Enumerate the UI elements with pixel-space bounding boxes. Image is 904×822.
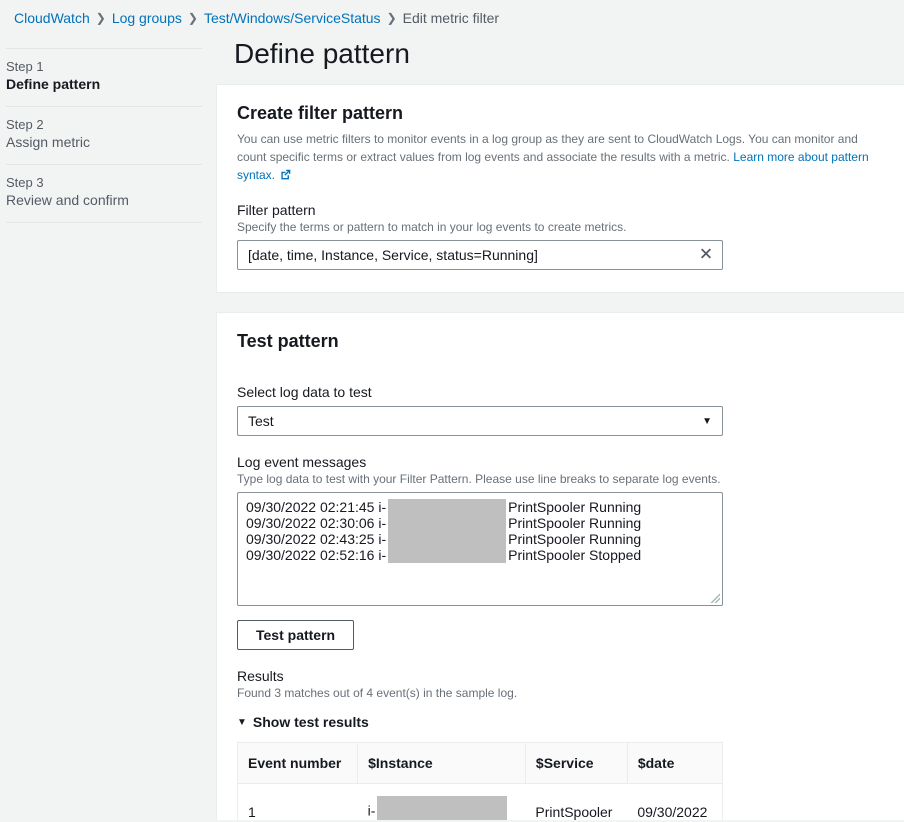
test-pattern-panel: Test pattern Select log data to test Tes… [216, 312, 904, 820]
external-link-icon [280, 169, 291, 180]
panel-heading: Test pattern [237, 331, 884, 352]
select-log-data-dropdown[interactable]: Test ▼ [237, 406, 723, 436]
breadcrumb-log-group-name[interactable]: Test/Windows/ServiceStatus [204, 10, 381, 26]
select-log-data-label: Select log data to test [237, 384, 884, 400]
panel-description: You can use metric filters to monitor ev… [237, 130, 884, 184]
col-service[interactable]: $Service [525, 743, 627, 784]
redacted-instance-id [388, 531, 506, 547]
breadcrumb: CloudWatch ❯ Log groups ❯ Test/Windows/S… [0, 0, 904, 32]
step-1[interactable]: Step 1 Define pattern [6, 48, 202, 107]
col-event-number[interactable]: Event number [238, 743, 358, 784]
filter-pattern-input[interactable] [237, 240, 723, 270]
step-number: Step 1 [6, 59, 202, 74]
col-date[interactable]: $date [627, 743, 722, 784]
cell-instance: i- [358, 784, 526, 821]
step-title: Assign metric [6, 134, 202, 150]
page-title: Define pattern [216, 36, 904, 84]
results-table: Event number $Instance $Service $date 1 … [237, 742, 723, 820]
filter-pattern-help: Specify the terms or pattern to match in… [237, 220, 884, 234]
col-instance[interactable]: $Instance [358, 743, 526, 784]
close-icon [699, 247, 713, 261]
wizard-steps: Step 1 Define pattern Step 2 Assign metr… [0, 32, 216, 820]
panel-heading: Create filter pattern [237, 103, 884, 124]
breadcrumb-cloudwatch[interactable]: CloudWatch [14, 10, 90, 26]
step-number: Step 2 [6, 117, 202, 132]
clear-input-button[interactable] [695, 243, 717, 268]
triangle-down-icon: ▼ [237, 717, 247, 728]
redacted-instance-id [388, 499, 506, 515]
create-filter-pattern-panel: Create filter pattern You can use metric… [216, 84, 904, 292]
chevron-right-icon: ❯ [96, 11, 106, 25]
redacted-instance-id [388, 515, 506, 531]
toggle-label: Show test results [253, 714, 369, 730]
cell-event-number: 1 [238, 784, 358, 821]
step-3[interactable]: Step 3 Review and confirm [6, 165, 202, 223]
select-value: Test [248, 413, 274, 429]
content-area: Define pattern Create filter pattern You… [216, 32, 904, 820]
show-test-results-toggle[interactable]: ▼ Show test results [237, 706, 884, 738]
cell-service: PrintSpooler [525, 784, 627, 821]
step-title: Define pattern [6, 76, 202, 92]
test-pattern-button[interactable]: Test pattern [237, 620, 354, 650]
log-event-messages-help: Type log data to test with your Filter P… [237, 472, 884, 486]
log-line: 09/30/2022 02:43:25 i-PrintSpooler Runni… [246, 531, 714, 547]
chevron-right-icon: ❯ [387, 11, 397, 25]
log-event-messages-textarea[interactable]: 09/30/2022 02:21:45 i-PrintSpooler Runni… [237, 492, 723, 606]
breadcrumb-current: Edit metric filter [403, 10, 499, 26]
redacted-instance-id [377, 796, 507, 820]
filter-pattern-label: Filter pattern [237, 202, 884, 218]
step-number: Step 3 [6, 175, 202, 190]
cell-date: 09/30/2022 [627, 784, 722, 821]
caret-down-icon: ▼ [702, 416, 712, 427]
chevron-right-icon: ❯ [188, 11, 198, 25]
redacted-instance-id [388, 547, 506, 563]
log-event-messages-label: Log event messages [237, 454, 884, 470]
breadcrumb-log-groups[interactable]: Log groups [112, 10, 182, 26]
resize-handle-icon[interactable] [710, 593, 720, 603]
step-2[interactable]: Step 2 Assign metric [6, 107, 202, 165]
step-title: Review and confirm [6, 192, 202, 208]
table-row: 1 i- PrintSpooler 09/30/2022 [238, 784, 723, 821]
log-line: 09/30/2022 02:21:45 i-PrintSpooler Runni… [246, 499, 714, 515]
log-line: 09/30/2022 02:52:16 i-PrintSpooler Stopp… [246, 547, 714, 563]
results-label: Results [237, 668, 884, 684]
results-help: Found 3 matches out of 4 event(s) in the… [237, 686, 884, 700]
log-line: 09/30/2022 02:30:06 i-PrintSpooler Runni… [246, 515, 714, 531]
